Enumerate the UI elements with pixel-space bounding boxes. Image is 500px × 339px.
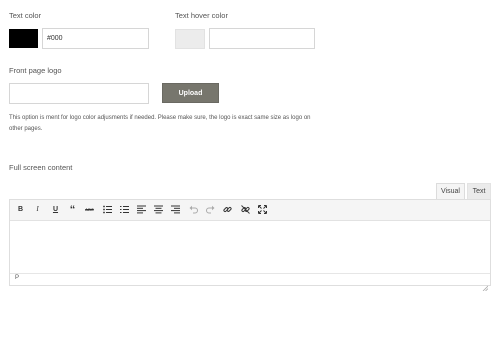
tab-text[interactable]: Text xyxy=(467,183,491,200)
underline-button[interactable]: U xyxy=(49,203,62,216)
front-page-logo-label: Front page logo xyxy=(9,66,62,75)
undo-icon[interactable] xyxy=(187,203,200,216)
element-path: P xyxy=(15,275,20,281)
front-page-logo-input[interactable] xyxy=(9,83,149,104)
redo-icon[interactable] xyxy=(204,203,217,216)
logo-help-text: This option is ment for logo color adjus… xyxy=(9,113,349,135)
italic-button[interactable]: I xyxy=(31,203,44,216)
editor-content-area[interactable] xyxy=(10,221,490,273)
blockquote-button[interactable]: “ xyxy=(66,203,79,216)
text-hover-color-input[interactable] xyxy=(209,28,315,49)
text-color-label: Text color xyxy=(9,11,42,20)
bullet-list-icon[interactable] xyxy=(101,203,114,216)
editor-statusbar: P xyxy=(10,273,490,292)
full-screen-content-label: Full screen content xyxy=(9,163,73,172)
logo-help-line-1: This option is ment for logo color adjus… xyxy=(9,115,311,121)
numbered-list-icon[interactable] xyxy=(118,203,131,216)
text-hover-color-swatch[interactable] xyxy=(175,29,205,49)
text-hover-color-label: Text hover color xyxy=(175,11,228,20)
remove-link-icon[interactable] xyxy=(239,203,252,216)
strikethrough-button[interactable]: ABC xyxy=(83,203,96,216)
content-editor: B I U “ ABC P xyxy=(9,199,491,292)
resize-handle-icon[interactable] xyxy=(482,278,489,292)
insert-link-icon[interactable] xyxy=(221,203,234,216)
logo-help-line-2: other pages. xyxy=(9,126,43,132)
bold-button[interactable]: B xyxy=(14,203,27,216)
align-right-icon[interactable] xyxy=(169,203,182,216)
text-color-swatch[interactable] xyxy=(9,29,38,48)
fullscreen-icon[interactable] xyxy=(256,203,269,216)
align-left-icon[interactable] xyxy=(135,203,148,216)
align-center-icon[interactable] xyxy=(152,203,165,216)
tab-visual[interactable]: Visual xyxy=(436,183,465,200)
text-color-input[interactable]: #000 xyxy=(42,28,149,49)
editor-toolbar: B I U “ ABC xyxy=(10,200,490,221)
upload-button[interactable]: Upload xyxy=(162,83,219,103)
